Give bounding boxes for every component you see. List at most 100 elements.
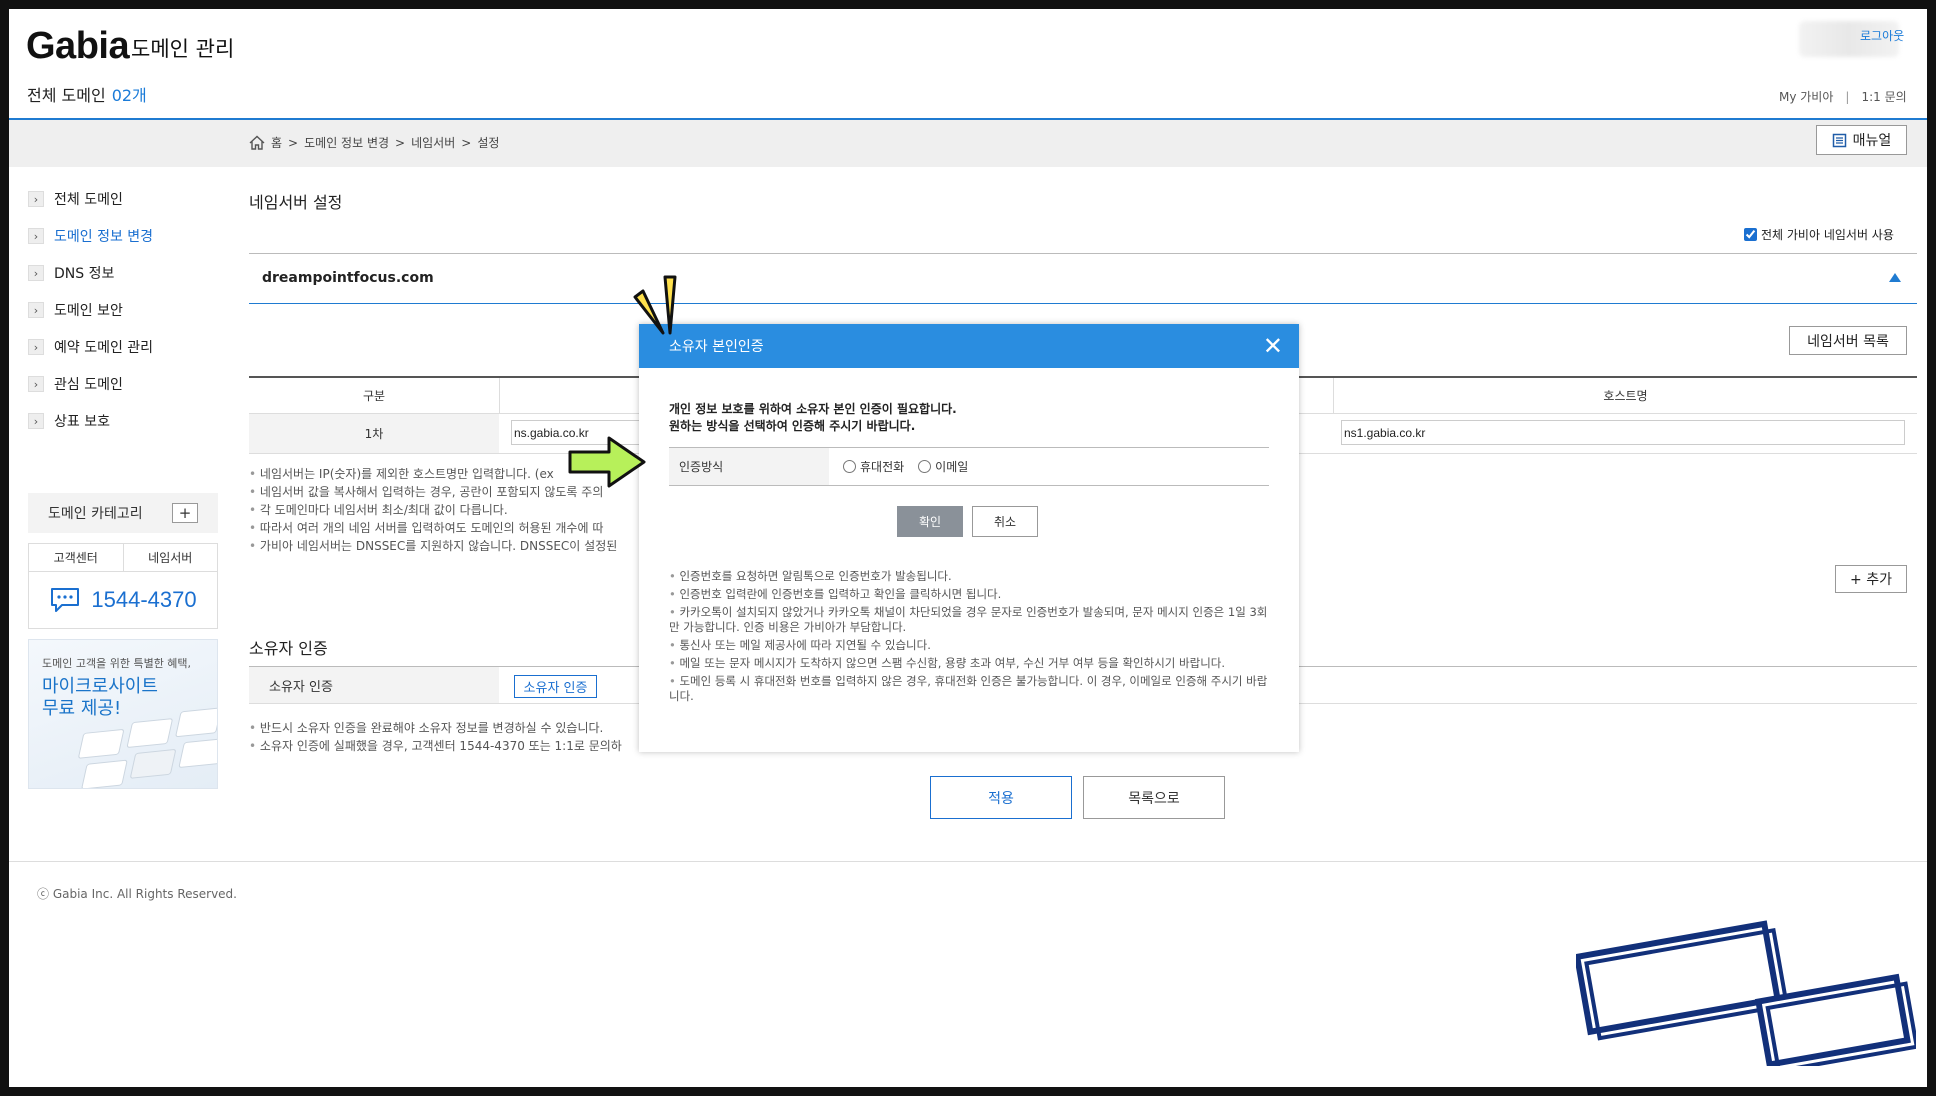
sidebar-item-label: DNS 정보 <box>54 266 115 282</box>
sidebar-item-all-domains[interactable]: › 전체 도메인 <box>28 184 123 214</box>
chevron-right-icon: › <box>28 413 44 429</box>
sidebar-item-interest[interactable]: › 관심 도메인 <box>28 369 123 399</box>
microsite-promo-banner[interactable]: 도메인 고객을 위한 특별한 혜택, 마이크로사이트 무료 제공! <box>28 639 218 789</box>
breadcrumb-item[interactable]: 네임서버 <box>411 134 455 151</box>
sidebar-item-label: 전체 도메인 <box>54 192 123 208</box>
breadcrumb-sep: > <box>395 135 406 150</box>
gabia-logo[interactable]: Gabia <box>26 25 130 68</box>
note-item: 가비아 네임서버는 DNSSEC를 지원하지 않습니다. DNSSEC이 설정된 <box>249 537 649 555</box>
sales-farmer-logo <box>1576 920 1916 1066</box>
note-item: 따라서 여러 개의 네임 서버를 입력하여도 도메인의 허용된 개수에 따 <box>249 519 649 537</box>
app-title: 도메인 관리 <box>131 37 235 61</box>
note-item: 인증번호 입력란에 인증번호를 입력하고 확인을 클릭하시면 됩니다. <box>669 587 1269 602</box>
chat-bubble-icon <box>51 588 80 612</box>
logout-link[interactable]: 로그아웃 <box>1860 27 1904 44</box>
confirm-button[interactable]: 확인 <box>897 506 963 537</box>
close-icon[interactable]: ✕ <box>1263 334 1283 358</box>
apply-button[interactable]: 적용 <box>930 776 1072 819</box>
sidebar-item-label: 상표 보호 <box>54 414 110 430</box>
home-icon[interactable] <box>249 135 265 150</box>
auth-method-label: 인증방식 <box>669 448 829 485</box>
radio-circle-icon[interactable] <box>843 460 856 473</box>
column-header: 호스트명 <box>1333 378 1917 413</box>
manual-button[interactable]: 매뉴얼 <box>1816 125 1907 155</box>
hostname-input[interactable] <box>1341 420 1905 445</box>
row-label: 1차 <box>249 414 499 453</box>
customer-center-box: 고객센터 네임서버 1544-4370 <box>28 543 218 629</box>
all-gabia-label: 전체 가비아 네임서버 사용 <box>1761 228 1894 242</box>
chevron-right-icon: › <box>28 339 44 355</box>
add-category-button[interactable]: + <box>172 503 198 523</box>
note-item: 통신사 또는 메일 제공사에 따라 지연될 수 있습니다. <box>669 638 1269 653</box>
sidebar-item-dns[interactable]: › DNS 정보 <box>28 258 114 288</box>
total-count[interactable]: 02개 <box>112 86 147 105</box>
modal-notes: 인증번호를 요청하면 알림톡으로 인증번호가 발송됩니다. 인증번호 입력란에 … <box>669 569 1269 707</box>
note-item: 반드시 소유자 인증을 완료해야 소유자 정보를 변경하실 수 있습니다. <box>249 719 649 737</box>
domain-category: 도메인 카테고리 + <box>28 493 218 533</box>
collapse-triangle-icon[interactable] <box>1889 273 1901 282</box>
sidebar-item-trademark[interactable]: › 상표 보호 <box>28 406 110 436</box>
breadcrumb: 홈 > 도메인 정보 변경 > 네임서버 > 설정 <box>249 134 499 151</box>
breadcrumb-home[interactable]: 홈 <box>271 134 282 151</box>
manual-label: 매뉴얼 <box>1852 133 1892 149</box>
sidebar-item-label: 도메인 보안 <box>54 303 123 319</box>
add-nameserver-button[interactable]: + 추가 <box>1835 565 1907 593</box>
radio-email[interactable]: 이메일 <box>918 458 968 475</box>
column-header: 구분 <box>362 389 386 403</box>
all-gabia-checkbox-input[interactable] <box>1744 228 1757 241</box>
sidebar-item-domain-info[interactable]: › 도메인 정보 변경 <box>28 221 153 251</box>
modal-message: 개인 정보 보호를 위하여 소유자 본인 인증이 필요합니다. 원하는 방식을 … <box>669 401 957 435</box>
radio-email-label: 이메일 <box>935 460 969 474</box>
page-title: 네임서버 설정 <box>249 193 343 212</box>
modal-message-line: 개인 정보 보호를 위하여 소유자 본인 인증이 필요합니다. <box>669 402 957 416</box>
modal-header: 소유자 본인인증 ✕ <box>639 324 1299 368</box>
note-item: 도메인 등록 시 휴대전화 번호를 입력하지 않은 경우, 휴대전화 인증은 불… <box>669 674 1269 704</box>
owner-notes: 반드시 소유자 인증을 완료해야 소유자 정보를 변경하실 수 있습니다. 소유… <box>249 719 649 755</box>
promo-title-line: 마이크로사이트 <box>42 676 158 697</box>
sidebar-item-security[interactable]: › 도메인 보안 <box>28 295 123 325</box>
note-item: 인증번호를 요청하면 알림톡으로 인증번호가 발송됩니다. <box>669 569 1269 584</box>
domain-name: dreampointfocus.com <box>262 270 434 286</box>
tab-nameserver[interactable]: 네임서버 <box>124 544 218 571</box>
cs-phone-number: 1544-4370 <box>91 587 197 612</box>
auth-method-options: 휴대전화 이메일 <box>829 448 968 485</box>
all-gabia-ns-checkbox[interactable]: 전체 가비아 네임서버 사용 <box>1744 226 1894 243</box>
breadcrumb-item[interactable]: 도메인 정보 변경 <box>304 134 389 151</box>
document-icon <box>1832 133 1846 147</box>
pointer-arrow-icon <box>568 436 646 488</box>
promo-subtitle: 도메인 고객을 위한 특별한 혜택, <box>42 657 192 670</box>
nameserver-list-button[interactable]: 네임서버 목록 <box>1789 326 1907 355</box>
sidebar-item-reserved[interactable]: › 예약 도메인 관리 <box>28 332 153 362</box>
attention-sparks-icon <box>633 275 677 335</box>
breadcrumb-sep: > <box>461 135 472 150</box>
my-gabia-link[interactable]: My 가비아 <box>1779 90 1833 104</box>
promo-title: 마이크로사이트 무료 제공! <box>42 676 158 720</box>
tab-customer-center[interactable]: 고객센터 <box>29 544 124 571</box>
chevron-right-icon: › <box>28 265 44 281</box>
note-item: 카카오톡이 설치되지 않았거나 카카오톡 채널이 차단되었을 경우 문자로 인증… <box>669 605 1269 635</box>
radio-phone[interactable]: 휴대전화 <box>843 458 904 475</box>
owner-section-title: 소유자 인증 <box>249 639 328 658</box>
total-label: 전체 도메인 <box>27 86 106 105</box>
footer-divider <box>9 861 1927 862</box>
owner-auth-button[interactable]: 소유자 인증 <box>514 675 597 698</box>
inquiry-link[interactable]: 1:1 문의 <box>1861 90 1906 104</box>
note-item: 각 도메인마다 네임서버 최소/최대 값이 다릅니다. <box>249 501 649 519</box>
breadcrumb-sep: > <box>288 135 299 150</box>
sidebar-item-label: 예약 도메인 관리 <box>54 340 154 356</box>
copyright: ⓒ Gabia Inc. All Rights Reserved. <box>37 887 237 901</box>
top-nav: My 가비아 | 1:1 문의 <box>1779 88 1907 105</box>
cancel-button[interactable]: 취소 <box>972 506 1038 537</box>
domain-accordion-header[interactable]: dreampointfocus.com <box>249 253 1917 304</box>
radio-circle-icon[interactable] <box>918 460 932 473</box>
back-to-list-button[interactable]: 목록으로 <box>1083 776 1225 819</box>
auth-method-row: 인증방식 휴대전화 이메일 <box>669 447 1269 486</box>
sidebar-item-label: 도메인 정보 변경 <box>54 229 154 245</box>
nav-separator: | <box>1845 90 1850 104</box>
total-domains: 전체 도메인 02개 <box>27 82 147 106</box>
chevron-right-icon: › <box>28 302 44 318</box>
breadcrumb-current: 설정 <box>477 136 500 150</box>
sidebar-item-label: 관심 도메인 <box>54 377 123 393</box>
radio-phone-label: 휴대전화 <box>860 460 905 474</box>
category-label: 도메인 카테고리 <box>48 506 143 522</box>
